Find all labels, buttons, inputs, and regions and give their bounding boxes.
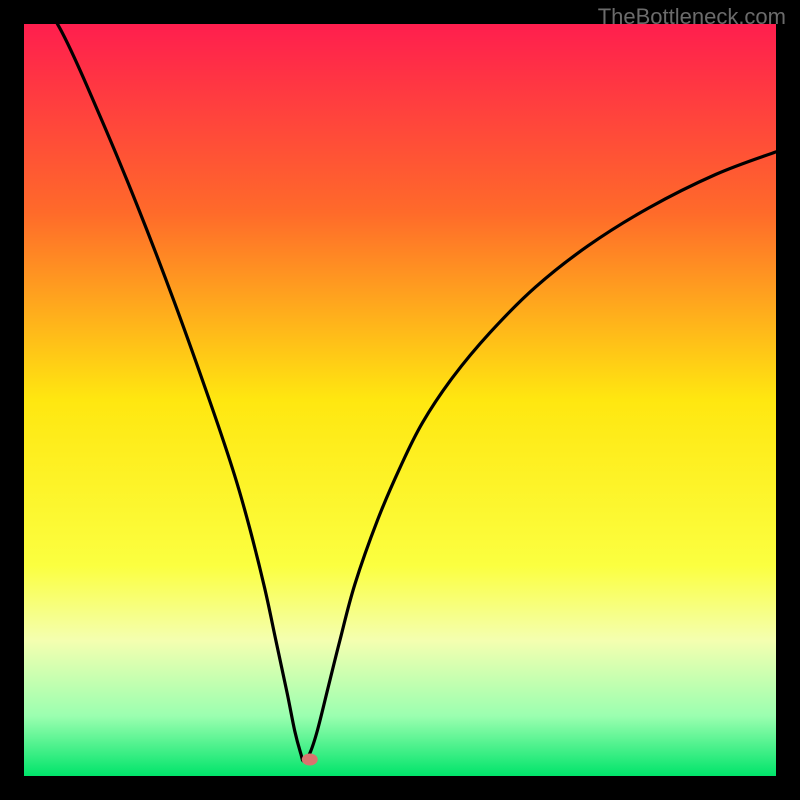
chart-container: TheBottleneck.com: [0, 0, 800, 800]
gradient-background: [24, 24, 776, 776]
watermark-text: TheBottleneck.com: [598, 4, 786, 30]
notch-marker: [302, 753, 318, 765]
plot-area: [24, 24, 776, 776]
chart-svg: [24, 24, 776, 776]
